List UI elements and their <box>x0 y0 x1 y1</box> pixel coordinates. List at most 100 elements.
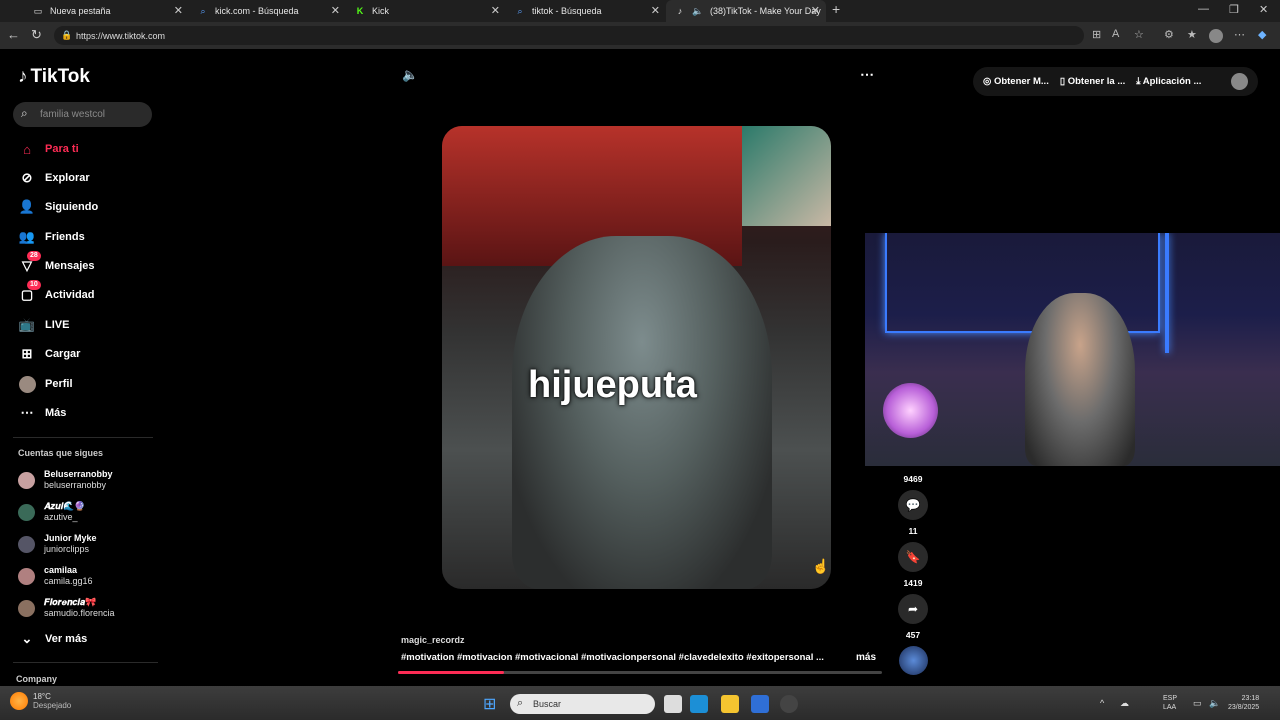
language-indicator[interactable]: ESP LAA <box>1163 694 1177 712</box>
minimize-icon[interactable]: — <box>1198 3 1209 15</box>
profile-icon[interactable] <box>1209 29 1223 43</box>
header-item-label: Obtener M... <box>993 76 1049 87</box>
weather-sun-icon <box>10 692 28 710</box>
favorite-star-icon[interactable]: ☆ <box>1134 28 1144 41</box>
nav-label: Siguiendo <box>45 201 99 213</box>
lock-icon: 🔒 <box>61 30 73 40</box>
task-view-icon[interactable] <box>664 695 682 713</box>
user-avatar[interactable] <box>1231 73 1248 90</box>
nav-explorar[interactable]: ⊘ Explorar <box>18 169 90 187</box>
video-poster <box>742 126 831 226</box>
tray-chevron-icon[interactable]: ^ <box>1100 698 1104 708</box>
video-person <box>512 236 772 589</box>
tab-title: kick.com - Búsqueda <box>215 6 299 16</box>
nav-para-ti[interactable]: ⌂ Para ti <box>18 140 79 158</box>
network-icon[interactable]: ▭ <box>1193 698 1202 709</box>
header-item-2[interactable]: ▯ Obtener la ... <box>1060 76 1125 87</box>
refresh-icon[interactable]: ↻ <box>31 27 42 43</box>
back-icon[interactable]: ← <box>7 27 20 42</box>
music-disc[interactable] <box>899 646 928 675</box>
share-button[interactable]: ➦ <box>898 594 928 624</box>
close-tab-icon[interactable]: ✕ <box>331 4 340 17</box>
edge-browser-icon[interactable] <box>690 695 708 713</box>
apps-icon[interactable]: ⊞ <box>1092 28 1101 41</box>
extensions-icon[interactable]: ⚙ <box>1164 28 1174 41</box>
video-hashtags[interactable]: #motivation #motivacion #motivacional #m… <box>401 652 824 663</box>
tab-title: Kick <box>372 6 390 16</box>
close-window-icon[interactable]: ✕ <box>1259 3 1268 16</box>
followed-account[interactable]: 𝑨𝒛𝒖𝒍🌊🔮 azutive_ <box>18 501 86 523</box>
divider <box>13 437 153 438</box>
home-icon: ⌂ <box>23 141 31 157</box>
tab-nueva-pestana[interactable]: ▭ Nueva pestaña ✕ <box>24 0 189 22</box>
nav-label: Para ti <box>45 143 79 155</box>
followed-account[interactable]: Junior Myke juniorclipps <box>18 533 97 555</box>
copilot-icon[interactable]: ◆ <box>1258 28 1266 41</box>
settings-dots-icon[interactable]: ⋯ <box>1234 28 1245 41</box>
nav-mas[interactable]: ⋯ Más <box>18 404 67 422</box>
save-button[interactable]: 🔖 <box>898 542 928 572</box>
nav-mensajes[interactable]: ▽ 28 Mensajes <box>18 251 95 275</box>
more-options-icon[interactable]: ⋯ <box>860 66 874 83</box>
video-player[interactable] <box>442 126 831 589</box>
bookmark-icon: 🔖 <box>905 550 921 564</box>
maximize-icon[interactable]: ❐ <box>1229 3 1239 16</box>
header-item-1[interactable]: ◎ Obtener M... <box>983 76 1049 87</box>
nav-label: LIVE <box>45 319 70 331</box>
close-tab-icon[interactable]: ✕ <box>811 4 820 17</box>
saves-count: 1419 <box>903 578 923 588</box>
speaker-icon[interactable]: 🔈 <box>692 5 704 17</box>
comment-button[interactable]: 💬 <box>898 490 928 520</box>
tab-kick[interactable]: K Kick ✕ <box>346 0 506 22</box>
company-link[interactable]: Company <box>16 674 57 684</box>
volume-icon[interactable]: 🔈 <box>402 67 418 83</box>
followed-account[interactable]: 𝑭𝒍𝒐𝒓𝒆𝒏𝒄𝒊𝒂🎀 samudio.florencia <box>18 597 115 619</box>
tiktok-logo[interactable]: ♪ TikTok <box>18 66 90 88</box>
taskbar-search-placeholder: Buscar <box>533 699 562 709</box>
tab-kick-search[interactable]: ⌕ kick.com - Búsqueda ✕ <box>189 0 346 22</box>
windows-start-icon[interactable]: ⊞ <box>483 694 496 714</box>
nav-live[interactable]: 📺 LIVE <box>18 316 70 334</box>
file-explorer-icon[interactable] <box>721 695 739 713</box>
close-tab-icon[interactable]: ✕ <box>491 4 500 17</box>
nav-friends[interactable]: 👥 Friends <box>18 228 85 246</box>
following-section-title: Cuentas que sigues <box>18 448 104 458</box>
favorites-icon[interactable]: ★ <box>1187 28 1197 41</box>
clock[interactable]: 23:18 23/8/2025 <box>1228 694 1259 712</box>
tab-tiktok-search[interactable]: ⌕ tiktok - Búsqueda ✕ <box>506 0 666 22</box>
tab-tiktok[interactable]: ♪ 🔈 (38)TikTok - Make Your Day ✕ <box>666 0 826 22</box>
tab-title: Nueva pestaña <box>50 6 111 16</box>
header-item-3[interactable]: ⤓ Aplicación ... <box>1136 76 1201 87</box>
app-icon[interactable] <box>780 695 798 713</box>
nav-siguiendo[interactable]: 👤 Siguiendo <box>18 198 98 216</box>
more-dots-icon: ⋯ <box>20 405 34 420</box>
read-aloud-icon[interactable]: A <box>1112 28 1119 40</box>
nav-cargar[interactable]: ⊞ Cargar <box>18 345 81 363</box>
account-name: Beluserranobby <box>44 469 113 479</box>
comment-icon: 💬 <box>905 498 921 512</box>
cloud-icon[interactable]: ☁ <box>1120 698 1129 709</box>
close-tab-icon[interactable]: ✕ <box>174 4 183 17</box>
nav-label: Mensajes <box>45 260 95 272</box>
url-field[interactable]: 🔒 https://www.tiktok.com <box>54 26 1084 45</box>
volume-icon[interactable]: 🔈 <box>1209 698 1220 709</box>
streamer <box>1025 293 1135 466</box>
followed-account[interactable]: Beluserranobby beluserranobby <box>18 469 113 491</box>
new-tab-icon[interactable]: + <box>832 1 840 17</box>
see-more-label: Ver más <box>45 633 88 645</box>
avatar <box>18 471 35 489</box>
close-tab-icon[interactable]: ✕ <box>651 4 660 17</box>
nav-actividad[interactable]: ▢ 10 Actividad <box>18 280 95 304</box>
search-input[interactable]: ⌕ familia westcol <box>13 102 152 127</box>
more-caption-button[interactable]: más <box>856 652 876 663</box>
weather-desc: Despejado <box>33 701 72 710</box>
store-icon[interactable] <box>751 695 769 713</box>
video-progress-bar[interactable] <box>398 671 882 674</box>
weather-widget[interactable]: 18°C Despejado <box>10 692 71 710</box>
see-more-button[interactable]: ⌄ Ver más <box>18 630 88 648</box>
nav-perfil[interactable]: Perfil <box>18 375 73 393</box>
followed-account[interactable]: camilaa camila.gg16 <box>18 565 93 587</box>
video-caption-overlay: hijueputa <box>528 364 697 406</box>
video-author[interactable]: magic_recordz <box>401 635 465 645</box>
taskbar-search[interactable]: ⌕ Buscar <box>510 694 655 714</box>
